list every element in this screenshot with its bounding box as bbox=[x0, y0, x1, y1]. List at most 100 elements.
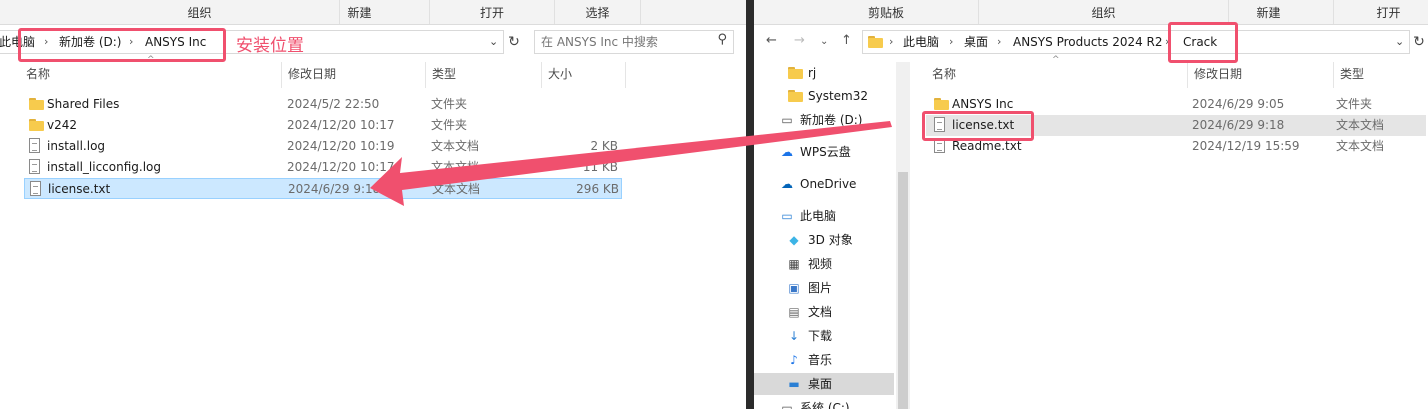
file-type: 文本文档 bbox=[431, 160, 480, 174]
breadcrumb-separator-icon: › bbox=[997, 35, 1002, 48]
annotation-box-install-path bbox=[18, 28, 226, 62]
tree-item-label: 下载 bbox=[808, 329, 833, 343]
tree-item[interactable]: ▦ 视频 bbox=[754, 253, 894, 275]
ribbon-organize[interactable]: 组织 bbox=[979, 0, 1229, 24]
column-size[interactable]: 大小 bbox=[542, 62, 626, 88]
recent-chevron-icon[interactable]: ⌄ bbox=[820, 36, 828, 47]
drive-icon: ▭ bbox=[781, 401, 793, 409]
column-date-modified[interactable]: 修改日期 bbox=[1188, 62, 1334, 88]
ribbon-open[interactable]: 打开 bbox=[430, 0, 555, 24]
ribbon-new[interactable]: 新建 bbox=[290, 0, 430, 24]
picture-icon: ▣ bbox=[788, 281, 800, 295]
tree-item-label: System32 bbox=[808, 89, 869, 103]
file-name: license.txt bbox=[48, 182, 111, 196]
left-search-box[interactable]: ⚲ bbox=[534, 30, 734, 54]
file-size: 11 KB bbox=[582, 160, 618, 174]
document-icon: ▤ bbox=[788, 305, 800, 319]
tree-item[interactable]: ▭ 此电脑 bbox=[754, 205, 894, 227]
breadcrumb-ansys-products[interactable]: ANSYS Products 2024 R2 bbox=[1013, 31, 1163, 53]
file-row[interactable]: v242 2024/12/20 10:17 文件夹 bbox=[24, 115, 622, 136]
column-name[interactable]: 名称 bbox=[20, 62, 282, 88]
file-row[interactable]: install_licconfig.log 2024/12/20 10:17 文本文… bbox=[24, 157, 622, 178]
annotation-box-crack-folder bbox=[1168, 22, 1238, 63]
tree-scrollbar-thumb[interactable] bbox=[898, 172, 908, 409]
address-dropdown-icon[interactable]: ⌄ bbox=[489, 31, 498, 53]
folder-icon bbox=[788, 90, 803, 102]
left-ribbon: 组织 新建 打开 选择 bbox=[0, 0, 746, 25]
file-date: 2024/12/20 10:17 bbox=[287, 118, 395, 132]
ribbon-clipboard[interactable]: 剪贴板 bbox=[794, 0, 979, 24]
sort-chevron-icon: ^ bbox=[1052, 55, 1060, 65]
computer-icon: ▭ bbox=[781, 209, 793, 223]
ribbon-open[interactable]: 打开 bbox=[1334, 0, 1428, 24]
right-address-bar[interactable]: › 此电脑 › 桌面 › ANSYS Products 2024 R2 › Cr… bbox=[862, 30, 1410, 54]
file-date: 2024/12/19 15:59 bbox=[1192, 139, 1300, 153]
file-type: 文本文档 bbox=[1336, 139, 1385, 153]
breadcrumb-this-pc[interactable]: 此电脑 bbox=[903, 31, 939, 53]
file-name: Shared Files bbox=[47, 97, 120, 111]
folder-icon bbox=[868, 36, 883, 48]
search-icon[interactable]: ⚲ bbox=[717, 32, 727, 47]
tree-item[interactable]: ▬ 桌面 bbox=[754, 373, 894, 395]
tree-item[interactable]: ♪ 音乐 bbox=[754, 349, 894, 371]
tree-item[interactable]: ▭ 系统 (C:) bbox=[754, 397, 894, 409]
tree-item[interactable]: rj bbox=[754, 62, 894, 84]
up-arrow-icon[interactable]: ↑ bbox=[841, 33, 852, 48]
address-dropdown-icon[interactable]: ⌄ bbox=[1395, 31, 1404, 53]
column-type[interactable]: 类型 bbox=[1334, 62, 1428, 88]
tree-item[interactable]: ☁ OneDrive bbox=[754, 173, 894, 195]
breadcrumb-separator-icon: › bbox=[889, 35, 894, 48]
file-type: 文本文档 bbox=[1336, 118, 1385, 132]
right-ribbon: 剪贴板 组织 新建 打开 bbox=[754, 0, 1428, 25]
tree-item-label: 图片 bbox=[808, 281, 833, 295]
tree-item[interactable]: ▭ 新加卷 (D:) bbox=[754, 109, 894, 131]
tree-item[interactable]: System32 bbox=[754, 85, 894, 107]
tree-scrollbar[interactable] bbox=[896, 62, 910, 409]
tree-item-label: 文档 bbox=[808, 305, 833, 319]
tree-item-label: 3D 对象 bbox=[808, 233, 853, 247]
column-date-modified[interactable]: 修改日期 bbox=[282, 62, 426, 88]
tree-item[interactable]: ▤ 文档 bbox=[754, 301, 894, 323]
tree-item[interactable]: ☁ WPS云盘 bbox=[754, 141, 894, 163]
file-name: v242 bbox=[47, 118, 78, 132]
back-arrow-icon[interactable]: ← bbox=[766, 33, 777, 48]
tree-item[interactable]: ↓ 下载 bbox=[754, 325, 894, 347]
tree-item[interactable]: ▣ 图片 bbox=[754, 277, 894, 299]
refresh-icon[interactable]: ↻ bbox=[1408, 31, 1428, 53]
file-date: 2024/5/2 22:50 bbox=[287, 97, 380, 111]
ribbon-select[interactable]: 选择 bbox=[555, 0, 641, 24]
tree-item-label: rj bbox=[808, 66, 817, 80]
folder-icon bbox=[934, 98, 949, 110]
annotation-box-license-file bbox=[922, 111, 1034, 141]
file-size: 2 KB bbox=[590, 139, 618, 153]
onedrive-icon: ☁ bbox=[781, 177, 793, 191]
refresh-icon[interactable]: ↻ bbox=[503, 31, 525, 53]
file-size: 296 KB bbox=[576, 182, 619, 196]
file-date: 2024/6/29 9:05 bbox=[1192, 97, 1285, 111]
left-explorer-window: 组织 新建 打开 选择 此电脑 › 新加卷 (D:) › ANSYS Inc ⌄… bbox=[0, 0, 746, 409]
tree-item-label: 桌面 bbox=[808, 377, 833, 391]
ribbon-new[interactable]: 新建 bbox=[1204, 0, 1334, 24]
folder-icon bbox=[788, 67, 803, 79]
breadcrumb-separator-icon: › bbox=[949, 35, 954, 48]
cloud-icon: ☁ bbox=[781, 145, 793, 159]
folder-icon bbox=[29, 119, 44, 131]
music-icon: ♪ bbox=[790, 353, 798, 367]
tree-item-label: 系统 (C:) bbox=[800, 401, 850, 409]
right-column-headers: 名称 修改日期 类型 bbox=[926, 62, 1426, 88]
tree-item[interactable]: ◆ 3D 对象 bbox=[754, 229, 894, 251]
file-row[interactable]: install.log 2024/12/20 10:19 文本文档 2 KB bbox=[24, 136, 622, 157]
file-type: 文件夹 bbox=[1336, 97, 1373, 111]
file-date: 2024/12/20 10:17 bbox=[287, 160, 395, 174]
search-input[interactable] bbox=[541, 33, 711, 51]
tree-item-label: 新加卷 (D:) bbox=[800, 113, 863, 127]
tree-item-label: 视频 bbox=[808, 257, 833, 271]
text-file-icon bbox=[29, 159, 40, 174]
column-type[interactable]: 类型 bbox=[426, 62, 542, 88]
file-row[interactable]: license.txt 2024/6/29 9:18 文本文档 296 KB bbox=[24, 178, 622, 199]
column-name[interactable]: 名称 bbox=[926, 62, 1188, 88]
forward-arrow-icon[interactable]: → bbox=[794, 33, 805, 48]
tree-item-label: OneDrive bbox=[800, 177, 857, 191]
file-row[interactable]: Shared Files 2024/5/2 22:50 文件夹 bbox=[24, 94, 622, 115]
breadcrumb-desktop[interactable]: 桌面 bbox=[964, 31, 988, 53]
